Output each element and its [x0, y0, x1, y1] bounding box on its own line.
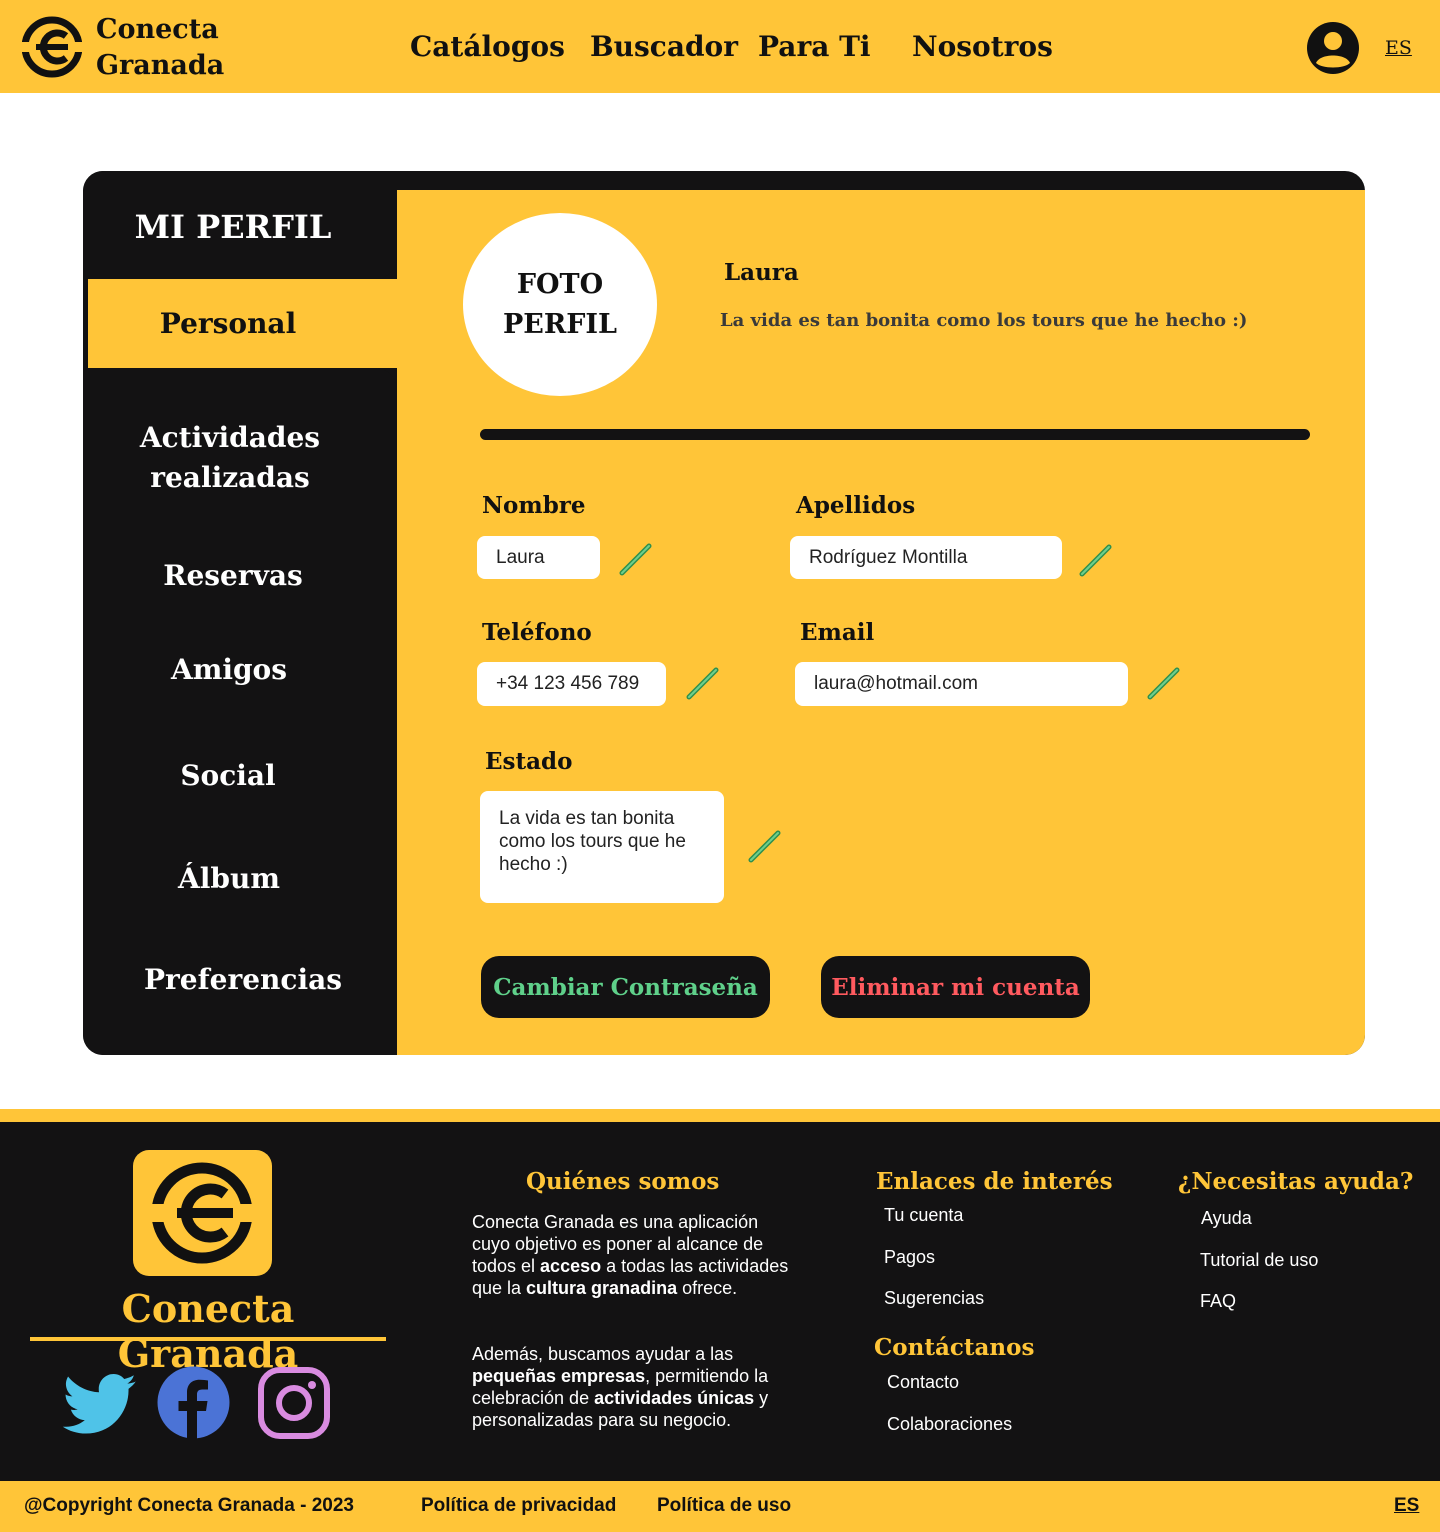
- link-ayuda[interactable]: Ayuda: [1201, 1208, 1252, 1229]
- footer-brand-underline: [30, 1337, 386, 1341]
- link-tu-cuenta[interactable]: Tu cuenta: [884, 1205, 963, 1226]
- delete-account-button[interactable]: Eliminar mi cuenta: [821, 956, 1090, 1018]
- sidebar-title-block: MI PERFIL: [83, 171, 397, 279]
- twitter-icon[interactable]: [62, 1374, 138, 1436]
- sidebar-title: MI PERFIL: [134, 208, 332, 246]
- links-title: Enlaces de interés: [876, 1168, 1113, 1195]
- nav-buscador[interactable]: Buscador: [590, 30, 738, 63]
- apellidos-label: Apellidos: [796, 492, 916, 519]
- footer-accent-strip: [0, 1109, 1440, 1122]
- copyright-text: @Copyright Conecta Granada - 2023: [24, 1495, 354, 1516]
- sidebar-item-social[interactable]: Social: [78, 756, 378, 796]
- link-pagos[interactable]: Pagos: [884, 1247, 935, 1268]
- email-field[interactable]: laura@hotmail.com: [795, 662, 1128, 706]
- change-password-button[interactable]: Cambiar Contraseña: [481, 956, 770, 1018]
- brand-name-line1: Conecta: [96, 14, 219, 45]
- edit-apellidos-pencil-icon[interactable]: [1078, 542, 1114, 578]
- link-colaboraciones[interactable]: Colaboraciones: [887, 1414, 1012, 1435]
- nav-para-ti[interactable]: Para Ti: [758, 30, 871, 63]
- estado-label: Estado: [485, 748, 573, 775]
- sidebar-item-album[interactable]: Álbum: [79, 859, 379, 899]
- estado-field[interactable]: La vida es tan bonita como los tours que…: [480, 791, 724, 903]
- footer-brand-name: Conecta Granada: [117, 1286, 299, 1376]
- telefono-label: Teléfono: [482, 619, 592, 646]
- edit-estado-pencil-icon[interactable]: [747, 828, 783, 864]
- sidebar-item-amigos[interactable]: Amigos: [79, 650, 379, 690]
- delete-account-label: Eliminar mi cuenta: [831, 973, 1080, 1001]
- help-title: ¿Necesitas ayuda?: [1178, 1168, 1414, 1195]
- sidebar-item-reservas[interactable]: Reservas: [83, 556, 383, 596]
- facebook-icon[interactable]: [157, 1366, 230, 1439]
- instagram-icon[interactable]: [257, 1366, 331, 1440]
- profile-status: La vida es tan bonita como los tours que…: [720, 310, 1248, 331]
- section-divider: [480, 429, 1310, 440]
- link-faq[interactable]: FAQ: [1200, 1291, 1236, 1312]
- nombre-field[interactable]: Laura: [477, 536, 600, 579]
- about-title: Quiénes somos: [526, 1168, 720, 1195]
- user-account-icon[interactable]: [1306, 21, 1360, 75]
- brand-logo-icon[interactable]: [22, 16, 82, 78]
- nombre-label: Nombre: [482, 492, 586, 519]
- about-paragraph-1: Conecta Granada es una aplicación cuyo o…: [472, 1212, 789, 1298]
- nav-nosotros[interactable]: Nosotros: [912, 30, 1053, 63]
- header: Conecta Granada Catálogos Buscador Para …: [0, 0, 1440, 93]
- profile-photo[interactable]: FOTO PERFIL: [463, 213, 657, 396]
- telefono-field[interactable]: +34 123 456 789: [477, 662, 666, 706]
- nav-catalogos[interactable]: Catálogos: [410, 30, 565, 63]
- sidebar-item-label: Actividades realizadas: [139, 421, 321, 494]
- language-selector[interactable]: ES: [1385, 37, 1412, 59]
- sidebar-item-label: Personal: [159, 307, 297, 340]
- apellidos-field[interactable]: Rodríguez Montilla: [790, 536, 1062, 579]
- about-paragraph-2: Además, buscamos ayudar a las pequeñas e…: [472, 1344, 769, 1430]
- footer-logo-tile[interactable]: [133, 1150, 272, 1276]
- edit-telefono-pencil-icon[interactable]: [685, 665, 721, 701]
- email-label: Email: [800, 619, 875, 646]
- edit-nombre-pencil-icon[interactable]: [618, 541, 654, 577]
- sidebar-item-preferencias[interactable]: Preferencias: [93, 960, 393, 1000]
- brand-name-line2: Granada: [96, 50, 225, 81]
- link-contacto[interactable]: Contacto: [887, 1372, 959, 1393]
- profile-photo-label-line2: PERFIL: [502, 308, 618, 340]
- profile-name: Laura: [724, 259, 799, 286]
- usage-policy-link[interactable]: Política de uso: [657, 1495, 791, 1517]
- link-sugerencias[interactable]: Sugerencias: [884, 1288, 984, 1309]
- bottom-language-selector[interactable]: ES: [1394, 1495, 1419, 1517]
- change-password-label: Cambiar Contraseña: [493, 973, 758, 1001]
- profile-photo-label-line1: FOTO: [516, 268, 604, 300]
- sidebar-item-actividades[interactable]: Actividades realizadas: [83, 418, 377, 498]
- footer-logo-icon: [143, 1162, 263, 1264]
- privacy-policy-link[interactable]: Política de privacidad: [421, 1495, 616, 1517]
- sidebar-item-personal[interactable]: Personal: [88, 279, 397, 368]
- contact-title: Contáctanos: [874, 1334, 1035, 1361]
- edit-email-pencil-icon[interactable]: [1146, 665, 1182, 701]
- sidebar-menu: Actividades realizadas Reservas Amigos S…: [83, 368, 397, 1055]
- link-tutorial[interactable]: Tutorial de uso: [1200, 1250, 1318, 1271]
- footer: Conecta Granada Quiénes somos Conecta Gr…: [0, 1122, 1440, 1481]
